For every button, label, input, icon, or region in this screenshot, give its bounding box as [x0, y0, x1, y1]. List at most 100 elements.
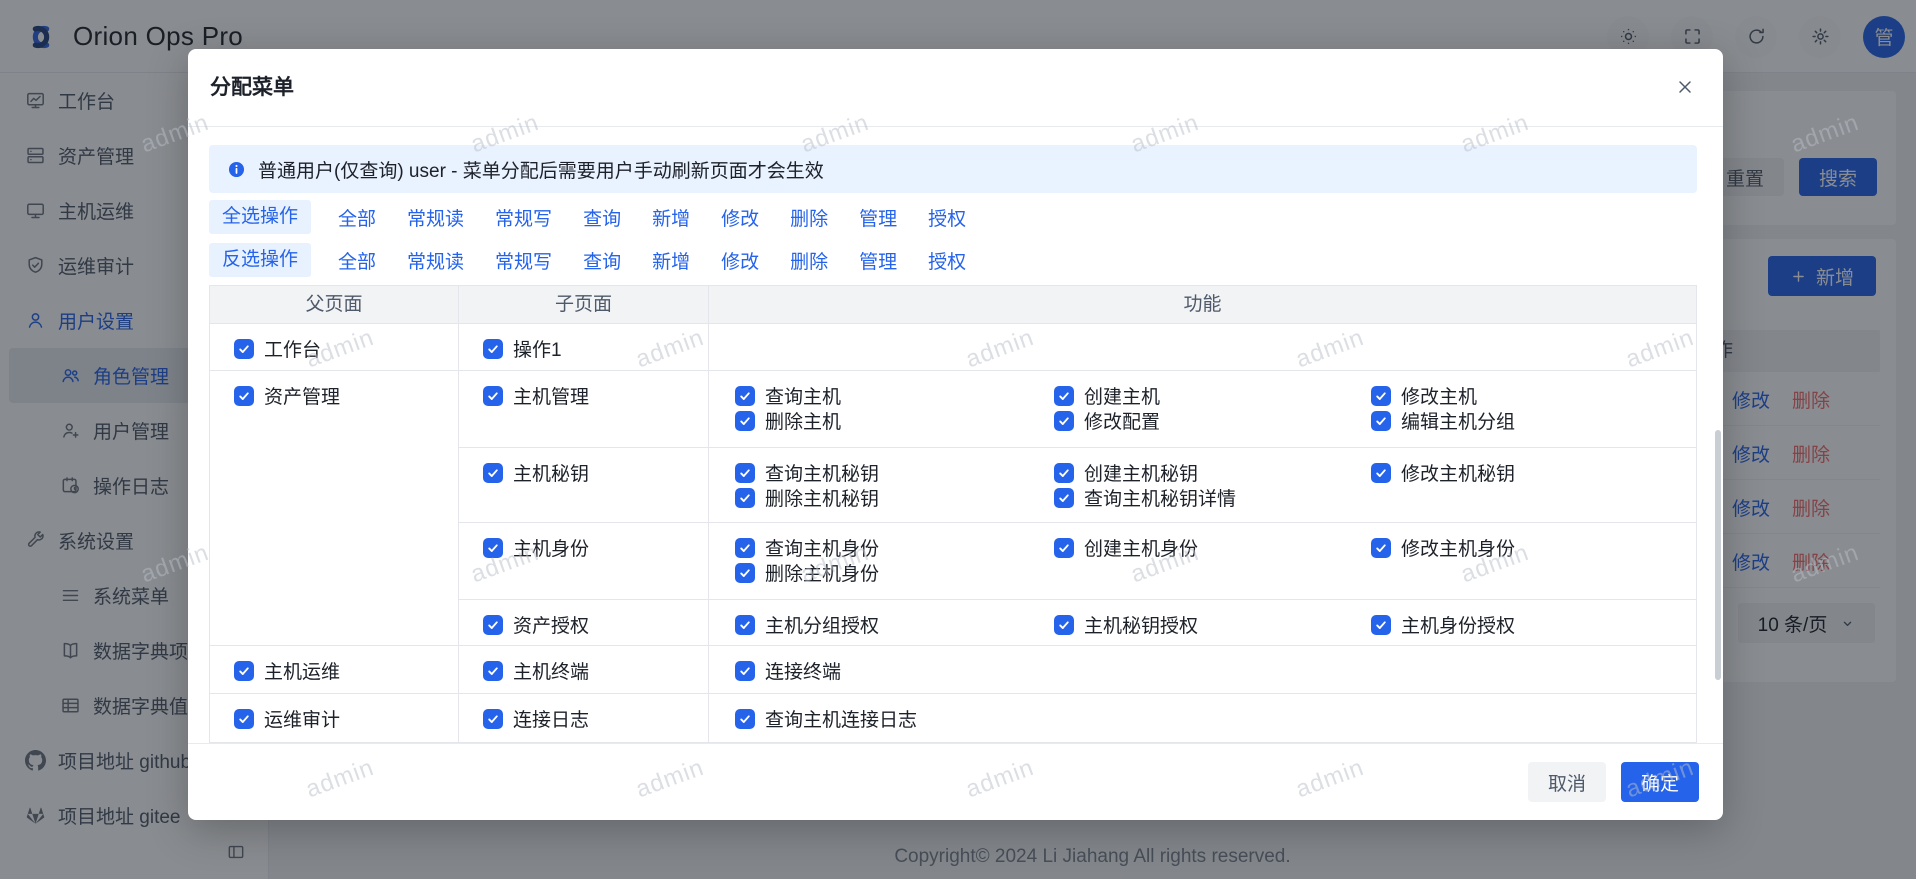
checkbox-checked-icon[interactable] [735, 538, 755, 558]
checkbox-checked-icon[interactable] [735, 488, 755, 508]
checkbox-checked-icon[interactable] [735, 615, 755, 635]
checkbox-checked-icon[interactable] [1371, 386, 1391, 406]
permission-checkbox[interactable]: 操作1 [483, 336, 562, 361]
function-item: 编辑主机分组 [1371, 408, 1696, 433]
checkbox-checked-icon[interactable] [234, 386, 254, 406]
checkbox-checked-icon[interactable] [1371, 463, 1391, 483]
filter-link[interactable]: 删除 [790, 247, 828, 274]
filter-link[interactable]: 查询 [583, 204, 621, 231]
filter-link[interactable]: 常规写 [495, 247, 552, 274]
filter-link[interactable]: 查询 [583, 247, 621, 274]
permission-checkbox[interactable]: 连接日志 [483, 706, 589, 731]
confirm-button[interactable]: 确定 [1621, 762, 1699, 802]
function-item: 连接终端 [735, 658, 1054, 683]
filter-link[interactable]: 新增 [652, 204, 690, 231]
filter-link[interactable]: 全部 [338, 247, 376, 274]
permission-label: 修改配置 [1084, 407, 1160, 434]
column-header: 功能 [709, 286, 1696, 323]
permission-checkbox[interactable]: 创建主机身份 [1054, 535, 1198, 560]
cancel-button[interactable]: 取消 [1528, 762, 1606, 802]
checkbox-checked-icon[interactable] [483, 386, 503, 406]
checkbox-checked-icon[interactable] [1371, 538, 1391, 558]
function-item: 查询主机 [735, 383, 1054, 408]
filter-link[interactable]: 全部 [338, 204, 376, 231]
permission-checkbox[interactable]: 连接终端 [735, 658, 841, 683]
permission-checkbox[interactable]: 主机运维 [234, 658, 340, 683]
permission-table-header: 父页面子页面功能 [210, 286, 1696, 324]
checkbox-checked-icon[interactable] [735, 386, 755, 406]
permission-checkbox[interactable]: 修改主机 [1371, 383, 1477, 408]
permission-label: 创建主机身份 [1084, 534, 1198, 561]
filter-link[interactable]: 常规写 [495, 204, 552, 231]
modal-scrollbar[interactable] [1715, 430, 1721, 680]
checkbox-checked-icon[interactable] [234, 661, 254, 681]
filter-link[interactable]: 授权 [928, 204, 966, 231]
filter-link[interactable]: 管理 [859, 204, 897, 231]
checkbox-checked-icon[interactable] [483, 339, 503, 359]
permission-checkbox[interactable]: 查询主机秘钥 [735, 460, 879, 485]
filter-link[interactable]: 修改 [721, 204, 759, 231]
checkbox-checked-icon[interactable] [1054, 538, 1074, 558]
permission-checkbox[interactable]: 主机秘钥授权 [1054, 612, 1198, 637]
checkbox-checked-icon[interactable] [1054, 386, 1074, 406]
permission-checkbox[interactable]: 删除主机 [735, 408, 841, 433]
checkbox-checked-icon[interactable] [1371, 615, 1391, 635]
permission-checkbox[interactable]: 查询主机身份 [735, 535, 879, 560]
checkbox-checked-icon[interactable] [483, 538, 503, 558]
checkbox-checked-icon[interactable] [1054, 488, 1074, 508]
permission-checkbox[interactable]: 修改主机身份 [1371, 535, 1515, 560]
permission-checkbox[interactable]: 工作台 [234, 336, 321, 361]
permission-checkbox[interactable]: 查询主机秘钥详情 [1054, 485, 1236, 510]
checkbox-checked-icon[interactable] [1054, 463, 1074, 483]
checkbox-checked-icon[interactable] [483, 463, 503, 483]
filter-link[interactable]: 新增 [652, 247, 690, 274]
permission-checkbox[interactable]: 编辑主机分组 [1371, 408, 1515, 433]
permission-label: 查询主机连接日志 [765, 705, 917, 732]
bulk-select-chip[interactable]: 全选操作 [209, 200, 311, 234]
permission-checkbox[interactable]: 主机身份授权 [1371, 612, 1515, 637]
checkbox-checked-icon[interactable] [483, 709, 503, 729]
permission-checkbox[interactable]: 查询主机 [735, 383, 841, 408]
filter-link[interactable]: 常规读 [407, 247, 464, 274]
close-modal-button[interactable] [1673, 76, 1697, 100]
checkbox-checked-icon[interactable] [735, 661, 755, 681]
checkbox-checked-icon[interactable] [483, 615, 503, 635]
permission-checkbox[interactable]: 资产管理 [234, 383, 340, 408]
checkbox-checked-icon[interactable] [234, 709, 254, 729]
checkbox-checked-icon[interactable] [735, 563, 755, 583]
checkbox-checked-icon[interactable] [1054, 615, 1074, 635]
checkbox-checked-icon[interactable] [735, 709, 755, 729]
permission-checkbox[interactable]: 创建主机秘钥 [1054, 460, 1198, 485]
permission-row: 主机管理 查询主机 创建主机 修改主机删除主机 修改配置 编辑主机分组 [459, 371, 1696, 447]
permission-checkbox[interactable]: 创建主机 [1054, 383, 1160, 408]
permission-checkbox[interactable]: 查询主机连接日志 [735, 706, 917, 731]
permission-checkbox[interactable]: 主机身份 [483, 535, 589, 560]
functions-cell [709, 324, 1696, 370]
permission-checkbox[interactable]: 主机终端 [483, 658, 589, 683]
filter-link[interactable]: 常规读 [407, 204, 464, 231]
permission-checkbox[interactable]: 主机分组授权 [735, 612, 879, 637]
modal-footer: 取消 确定 [188, 743, 1723, 820]
column-header: 子页面 [459, 286, 709, 323]
filter-link[interactable]: 授权 [928, 247, 966, 274]
permission-checkbox[interactable]: 修改主机秘钥 [1371, 460, 1515, 485]
permission-checkbox[interactable]: 资产授权 [483, 612, 589, 637]
permission-checkbox[interactable]: 删除主机身份 [735, 560, 879, 585]
filter-link[interactable]: 删除 [790, 204, 828, 231]
permission-label: 主机身份 [513, 534, 589, 561]
permission-checkbox[interactable]: 修改配置 [1054, 408, 1160, 433]
permission-checkbox[interactable]: 删除主机秘钥 [735, 485, 879, 510]
filter-link[interactable]: 管理 [859, 247, 897, 274]
checkbox-checked-icon[interactable] [1371, 411, 1391, 431]
permission-group: 主机运维 主机终端 连接终端 [210, 645, 1696, 693]
checkbox-checked-icon[interactable] [483, 661, 503, 681]
bulk-select-chip[interactable]: 反选操作 [209, 243, 311, 277]
checkbox-checked-icon[interactable] [234, 339, 254, 359]
checkbox-checked-icon[interactable] [735, 463, 755, 483]
checkbox-checked-icon[interactable] [1054, 411, 1074, 431]
permission-checkbox[interactable]: 主机秘钥 [483, 460, 589, 485]
permission-checkbox[interactable]: 运维审计 [234, 706, 340, 731]
permission-checkbox[interactable]: 主机管理 [483, 383, 589, 408]
filter-link[interactable]: 修改 [721, 247, 759, 274]
checkbox-checked-icon[interactable] [735, 411, 755, 431]
